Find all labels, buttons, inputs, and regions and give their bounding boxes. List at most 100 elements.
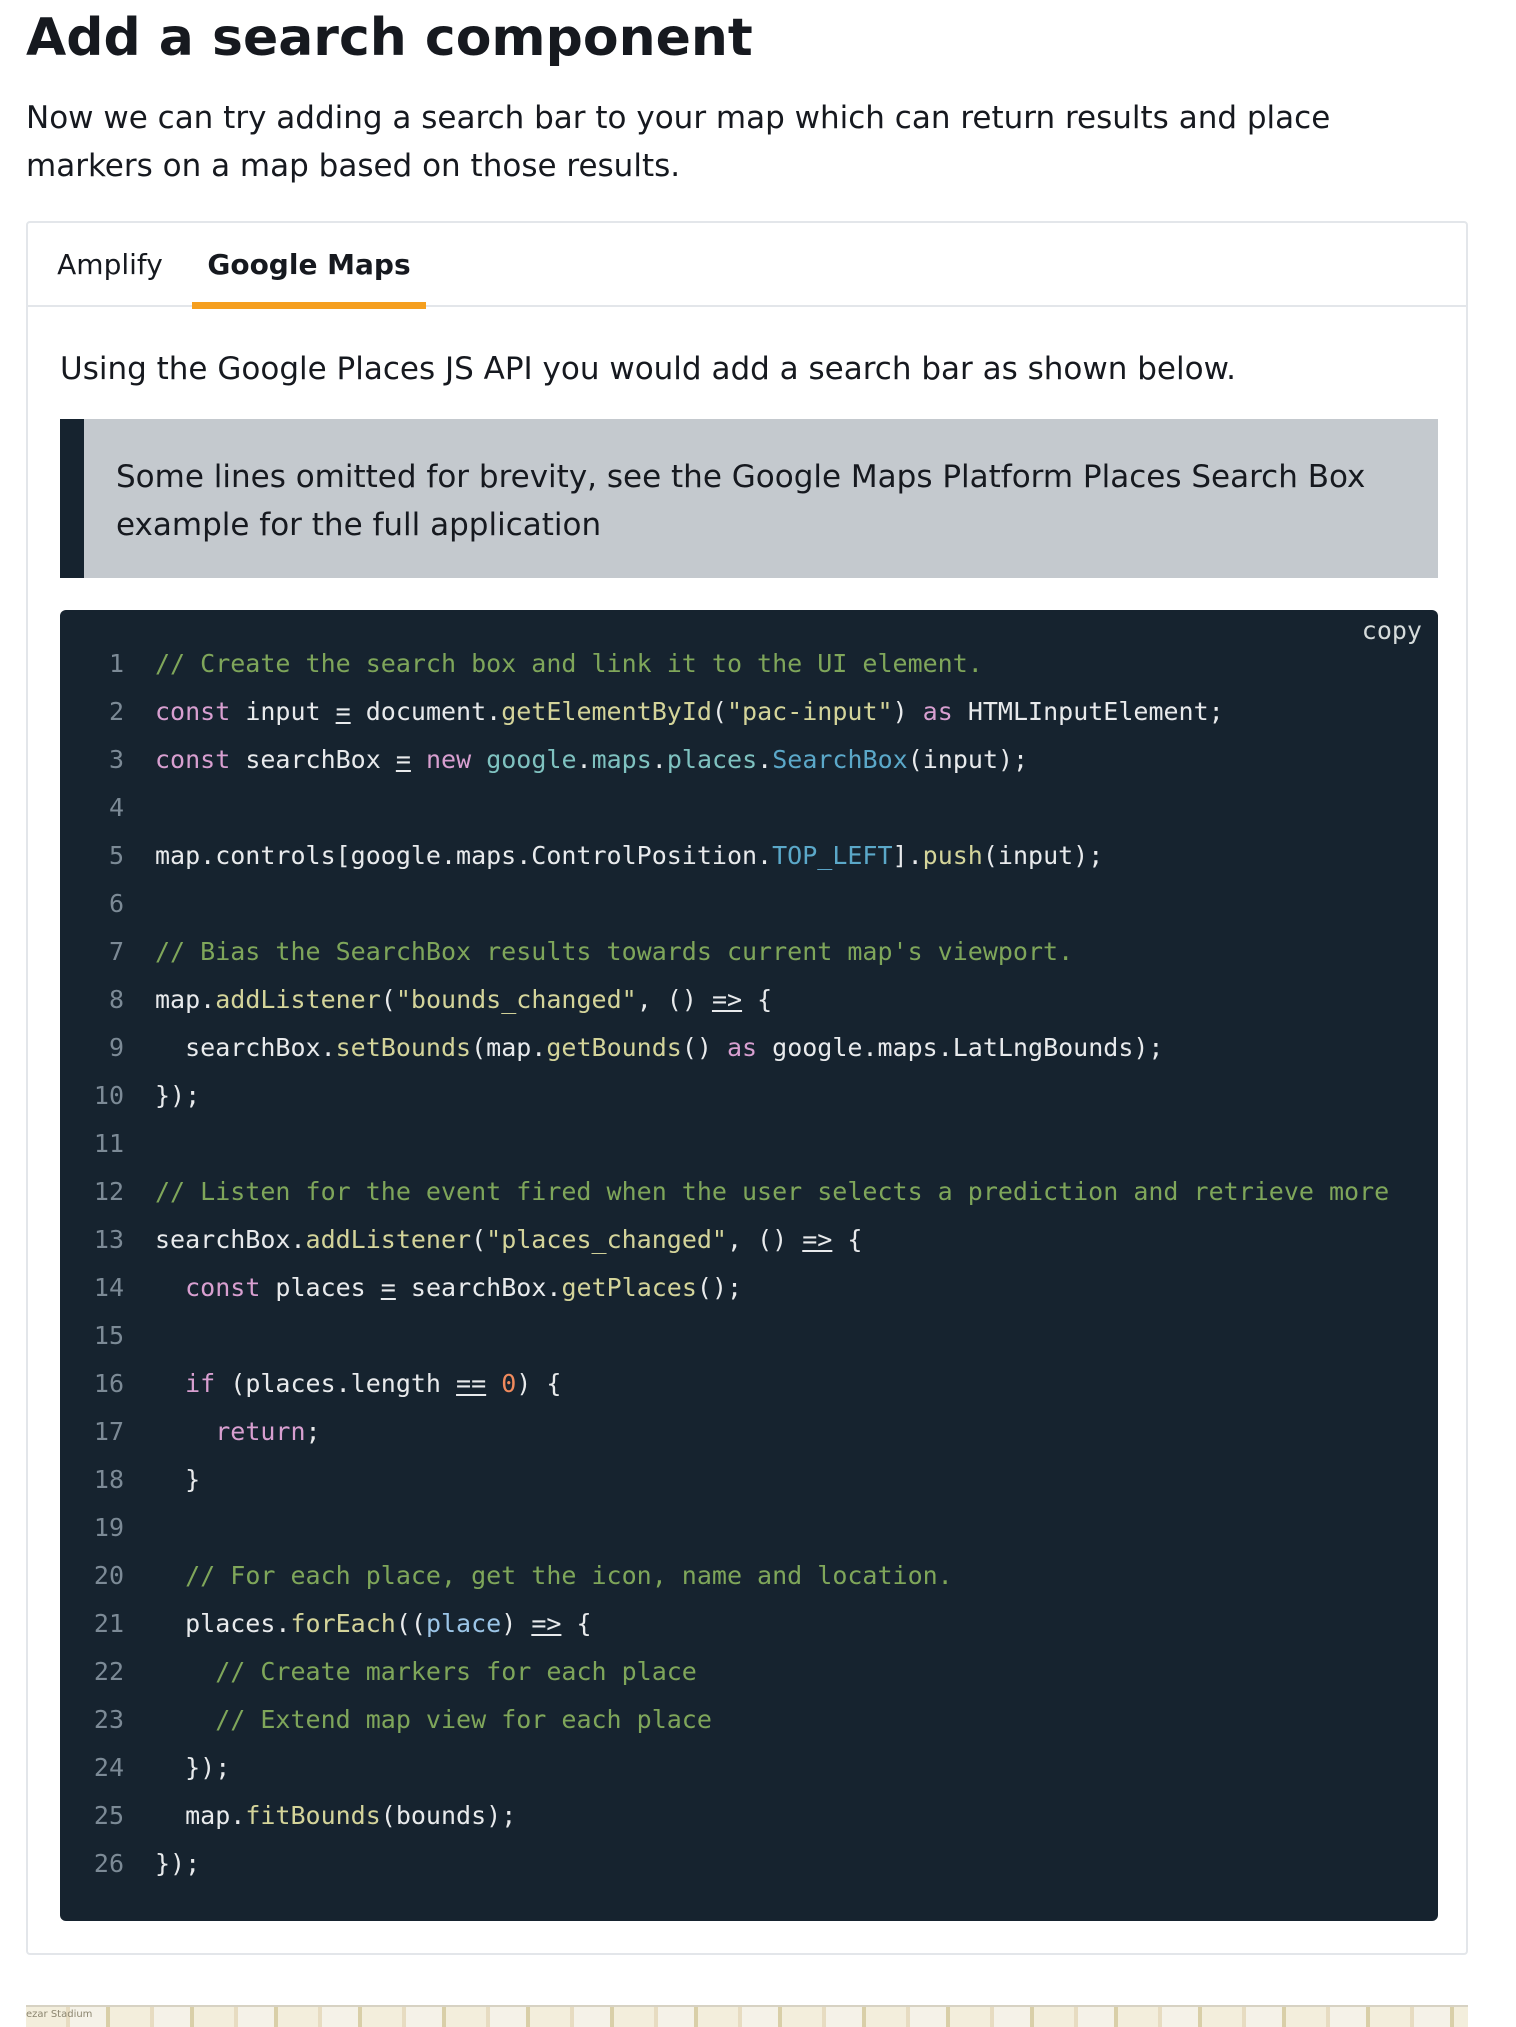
code-token: as [922, 697, 953, 726]
code-token: , () [726, 1225, 803, 1254]
code-token: ]. [892, 841, 923, 870]
code-text: searchBox.setBounds(map.getBounds() as g… [155, 1024, 1163, 1072]
code-token: }); [155, 1849, 201, 1878]
code-token: // Extend map view for each place [215, 1705, 712, 1734]
code-token: (places.length [215, 1369, 457, 1398]
code-token: . [651, 745, 667, 774]
line-number: 16 [93, 1369, 124, 1398]
code-text: const input = document.getElementById("p… [155, 688, 1224, 736]
code-token: TOP_LEFT [772, 841, 893, 870]
line-number: 26 [93, 1849, 124, 1878]
code-line: 15 [60, 1312, 1438, 1360]
line-number: 15 [93, 1321, 124, 1350]
code-line: 23 // Extend map view for each place [60, 1696, 1438, 1744]
code-token: HTMLInputElement; [952, 697, 1224, 726]
code-token: getPlaces [561, 1273, 697, 1302]
code-lines: 1 // Create the search box and link it to… [60, 640, 1438, 1888]
code-token: { [832, 1225, 863, 1254]
page-title: Add a search component [26, 8, 753, 68]
code-token: = [335, 697, 351, 726]
code-token: "bounds_changed" [395, 985, 637, 1014]
code-line: 25 map.fitBounds(bounds); [60, 1792, 1438, 1840]
code-line: 26}); [60, 1840, 1438, 1888]
code-token: ( [471, 1225, 487, 1254]
code-line: 2 const input = document.getElementById("… [60, 688, 1438, 736]
code-token: 0 [501, 1369, 517, 1398]
code-line: 5 map.controls[google.maps.ControlPositio… [60, 832, 1438, 880]
panel-description: Using the Google Places JS API you would… [60, 351, 1236, 387]
code-token: maps [591, 745, 652, 774]
code-token: places [666, 745, 758, 774]
code-line: 4 [60, 784, 1438, 832]
line-number: 18 [93, 1465, 124, 1494]
code-token: places [260, 1273, 381, 1302]
code-text: }); [155, 1072, 200, 1120]
code-token: const [185, 1273, 261, 1302]
code-line: 6 [60, 880, 1438, 928]
code-token: google [486, 745, 577, 774]
code-token: "pac-input" [726, 697, 893, 726]
code-line: 22 // Create markers for each place [60, 1648, 1438, 1696]
code-token: forEach [290, 1609, 396, 1638]
code-token: as [726, 1033, 758, 1062]
code-token: getBounds [546, 1033, 682, 1062]
line-number: 13 [93, 1225, 124, 1254]
code-token: SearchBox [772, 745, 908, 774]
line-number: 6 [108, 889, 124, 918]
code-token: addListener [215, 985, 381, 1014]
code-line: 12 // Listen for the event fired when the… [60, 1168, 1438, 1216]
code-text: }); [155, 1744, 230, 1792]
line-number: 7 [108, 937, 124, 966]
code-token: { [561, 1609, 592, 1638]
line-number: 3 [108, 745, 124, 774]
line-number: 8 [108, 985, 124, 1014]
code-token: places. [155, 1609, 291, 1638]
line-number: 14 [93, 1273, 124, 1302]
tab-amplify[interactable]: Amplify [50, 223, 170, 307]
code-token: input [230, 697, 336, 726]
code-token: { [742, 985, 773, 1014]
code-token: (map. [471, 1033, 547, 1062]
code-token: . [757, 745, 773, 774]
code-line: 7 // Bias the SearchBox results towards c… [60, 928, 1438, 976]
line-number: 19 [93, 1513, 124, 1542]
code-token: (input); [907, 745, 1029, 774]
code-token: } [155, 1465, 201, 1494]
code-text: map.fitBounds(bounds); [155, 1792, 516, 1840]
code-token: searchBox [230, 745, 396, 774]
line-number: 25 [93, 1801, 124, 1830]
code-line: 8 map.addListener("bounds_changed", () =>… [60, 976, 1438, 1024]
code-token: const [155, 697, 231, 726]
code-token: getElementById [501, 697, 712, 726]
line-number: 10 [93, 1081, 124, 1110]
code-token: // Create the search box and link it to … [155, 649, 983, 678]
code-text: // Create the search box and link it to … [155, 640, 983, 688]
map-preview[interactable]: ezar Stadium [26, 2005, 1468, 2027]
code-token: (input); [982, 841, 1104, 870]
code-token: searchBox. [395, 1273, 562, 1302]
code-text: map.controls[google.maps.ControlPosition… [155, 832, 1103, 880]
line-number: 22 [93, 1657, 124, 1686]
tab-bar: Amplify Google Maps [28, 223, 1466, 309]
callout-text: Some lines omitted for brevity, see the … [116, 459, 1366, 543]
code-token: push [922, 841, 983, 870]
code-text: // Bias the SearchBox results towards cu… [155, 928, 1073, 976]
code-token: => [531, 1609, 562, 1638]
code-token: ) [501, 1609, 532, 1638]
code-text: return; [155, 1408, 320, 1456]
code-token: map.controls[google.maps.ControlPosition… [155, 841, 773, 870]
code-token: const [155, 745, 231, 774]
code-token: return [215, 1417, 306, 1446]
code-text: } [155, 1456, 200, 1504]
code-token: // Bias the SearchBox results towards cu… [155, 937, 1074, 966]
tab-google-maps[interactable]: Google Maps [192, 223, 426, 309]
code-text: }); [155, 1840, 200, 1888]
